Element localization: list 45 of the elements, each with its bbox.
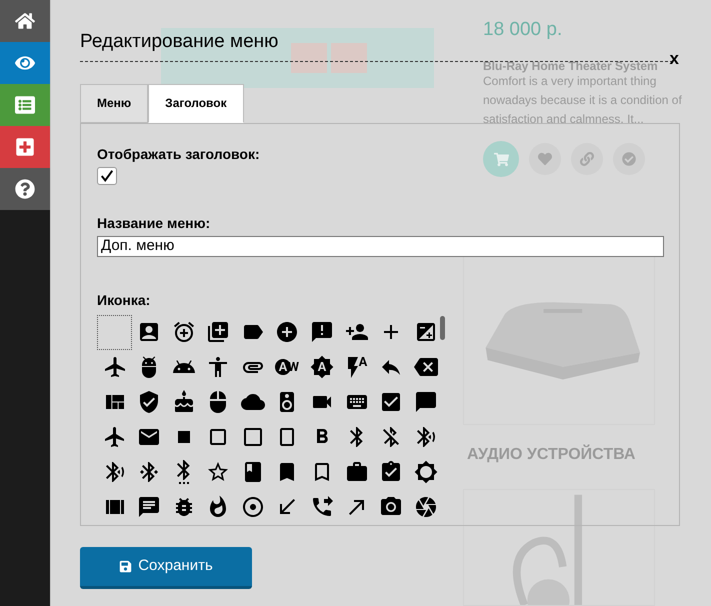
aperture-icon	[414, 495, 438, 519]
sidebar-button[interactable]	[0, 126, 50, 168]
tab[interactable]: Заголовок	[148, 84, 244, 122]
sidebar-button[interactable]	[0, 0, 50, 42]
save-button[interactable]: Сохранить	[80, 546, 252, 588]
sun-icon	[414, 460, 438, 484]
cart-icon	[494, 152, 508, 166]
settings-button-background	[331, 43, 367, 73]
chat-icon	[137, 495, 162, 519]
check-icon	[622, 152, 636, 166]
tab[interactable]: Меню	[80, 84, 148, 122]
add-layers-icon	[206, 320, 230, 344]
field-label: Отображать заголовок:	[97, 144, 260, 164]
sidebar-button[interactable]	[0, 84, 50, 126]
scrollbar[interactable]	[440, 316, 445, 340]
briefcase-icon	[344, 460, 369, 484]
checkbox[interactable]	[97, 166, 117, 184]
field-label: Иконка:	[97, 290, 150, 310]
alarm-add-icon	[172, 320, 196, 344]
plus-icon	[15, 137, 35, 157]
check-icon	[100, 168, 114, 182]
chat-bubble-icon	[414, 390, 438, 414]
brightness-auto-icon	[310, 355, 334, 379]
list-icon	[15, 95, 35, 115]
edit-button-background	[291, 43, 327, 73]
backspace-icon	[414, 355, 438, 379]
product-title: Blu-Ray Home Theater System	[483, 58, 658, 75]
airplane-icon	[102, 425, 126, 449]
home-icon	[15, 11, 35, 31]
close-button[interactable]: x	[670, 50, 679, 66]
airplane-icon	[102, 355, 126, 379]
product-description: Comfort is a very important thing nowadays because it is a condition of satisfaction and calmness. It...	[483, 73, 683, 128]
menu-name-field[interactable]: Доп. меню	[97, 236, 664, 256]
message-icon	[310, 320, 334, 344]
phone-forward-icon	[310, 495, 334, 519]
sidebar-button[interactable]	[0, 42, 50, 84]
heart-icon	[538, 152, 552, 166]
help-icon	[15, 179, 35, 199]
category-title: АУДИО УСТРОЙСТВА	[467, 444, 636, 465]
dialog-title: Редактирование меню	[80, 30, 278, 54]
field-label: Название меню:	[97, 214, 210, 232]
link-icon	[580, 152, 594, 166]
save-icon	[119, 560, 132, 572]
product-price: 18 000 р.	[483, 18, 562, 42]
sidebar-button[interactable]	[0, 168, 50, 210]
